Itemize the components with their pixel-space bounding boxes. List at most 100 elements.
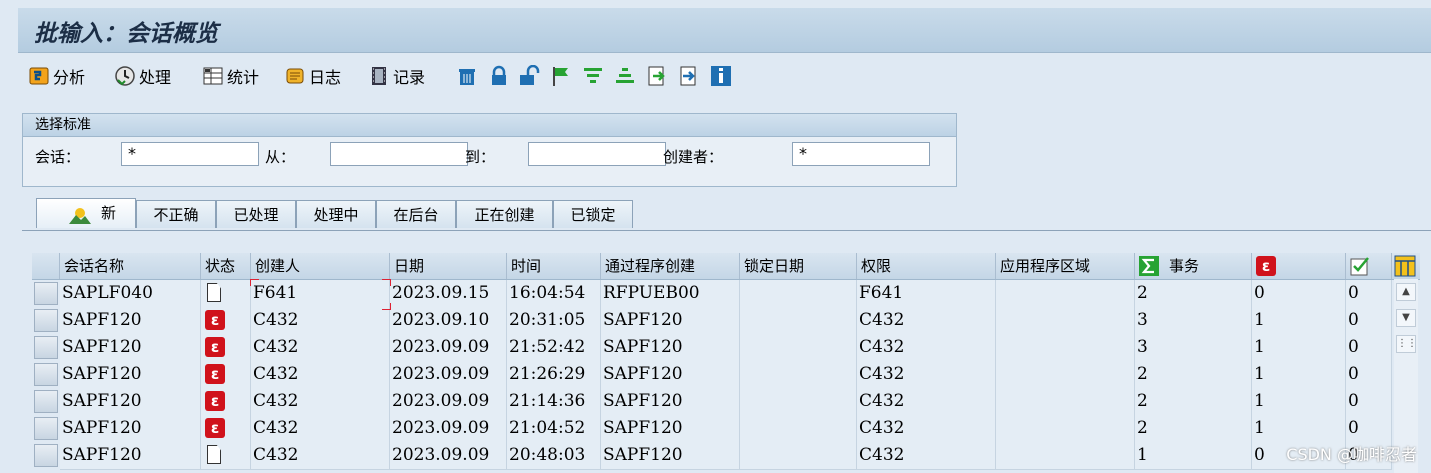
checkbox-check-icon: [1350, 257, 1369, 276]
col-status[interactable]: 状态: [201, 253, 251, 279]
session-table: 会话名称 状态 创建人 日期 时间 通过程序创建 锁定日期 权限 应用程序区域 …: [32, 253, 1420, 473]
column-settings-button[interactable]: [1392, 253, 1420, 279]
col-creator[interactable]: 创建人: [251, 253, 390, 279]
new-sunrise-icon: [69, 208, 91, 224]
cell-status: [201, 442, 251, 469]
selection-criteria-panel: 选择标准 会话： * 从： 到： 创建者： *: [22, 113, 957, 187]
table-row[interactable]: SAPF120 ε C432 2023.09.09 21:52:42 SAPF120 C43…: [32, 334, 1392, 362]
col-date[interactable]: 日期: [390, 253, 507, 279]
lock-icon[interactable]: [488, 65, 510, 87]
col-time[interactable]: 时间: [507, 253, 601, 279]
cell-ok: 0: [1346, 334, 1392, 361]
row-select-button[interactable]: [34, 444, 58, 467]
row-select-button[interactable]: [34, 336, 58, 359]
export-icon[interactable]: [646, 65, 668, 87]
select-all-header[interactable]: [32, 253, 60, 279]
cell-auth: C432: [857, 388, 996, 415]
error-status-icon: ε: [205, 391, 225, 411]
cell-time: 20:31:05: [507, 307, 601, 334]
creator-input[interactable]: *: [792, 142, 930, 166]
to-date-input[interactable]: [528, 142, 666, 166]
record-label: 记录: [393, 68, 426, 87]
focus-corner-mark: [382, 303, 391, 310]
cell-creator: C432: [251, 334, 390, 361]
col-errors[interactable]: ε: [1252, 253, 1346, 279]
session-input[interactable]: *: [121, 142, 259, 166]
focus-corner-mark: [382, 279, 391, 286]
tab-being-created[interactable]: 正在创建: [456, 200, 553, 228]
tab-label: 新: [101, 204, 117, 222]
cell-trans: 2: [1135, 280, 1252, 307]
table-row[interactable]: SAPF120 C432 2023.09.09 20:48:03 SAPF120 C432…: [32, 442, 1392, 470]
cell-creator: C432: [251, 388, 390, 415]
table-row[interactable]: SAPF120 ε C432 2023.09.10 20:31:05 SAPF120 C43…: [32, 307, 1392, 335]
col-program[interactable]: 通过程序创建: [601, 253, 740, 279]
cell-creator: C432: [251, 442, 390, 469]
unlock-icon[interactable]: [518, 65, 540, 87]
tab-new[interactable]: 新: [36, 198, 136, 228]
delete-icon[interactable]: [456, 65, 478, 87]
table-settings-icon: [1394, 255, 1416, 277]
cell-name: SAPF120: [60, 442, 201, 469]
status-tabs: 新 不正确 已处理 处理中 在后台 正在创建 已锁定: [36, 196, 1336, 230]
cell-creator: F641: [251, 280, 390, 307]
log-scroll-icon: [286, 68, 304, 84]
col-transactions[interactable]: 事务: [1135, 253, 1252, 279]
table-row[interactable]: SAPF120 ε C432 2023.09.09 21:04:52 SAPF120 C43…: [32, 415, 1392, 443]
col-session-name[interactable]: 会话名称: [60, 253, 201, 279]
row-select-button[interactable]: [34, 282, 58, 305]
table-row[interactable]: SAPF120 ε C432 2023.09.09 21:14:36 SAPF120 C43…: [32, 388, 1392, 416]
cell-trans: 2: [1135, 361, 1252, 388]
col-processed[interactable]: [1346, 253, 1392, 279]
row-select-button[interactable]: [34, 390, 58, 413]
statistics-button[interactable]: 统计: [202, 63, 259, 89]
tab-locked[interactable]: 已锁定: [553, 200, 633, 228]
record-button[interactable]: 记录: [368, 63, 425, 89]
cell-lockdate: [740, 280, 857, 307]
process-button[interactable]: 处理: [114, 63, 171, 89]
row-select-button[interactable]: [34, 363, 58, 386]
row-select-button[interactable]: [34, 417, 58, 440]
col-lock-date[interactable]: 锁定日期: [740, 253, 857, 279]
tab-in-process[interactable]: 处理中: [296, 200, 376, 228]
cell-status: [201, 280, 251, 307]
cell-date: 2023.09.15: [390, 280, 507, 307]
info-icon[interactable]: [710, 65, 732, 87]
document-status-icon: [207, 283, 221, 302]
cell-creator: C432: [251, 361, 390, 388]
tab-background[interactable]: 在后台: [376, 200, 456, 228]
col-app-area[interactable]: 应用程序区域: [996, 253, 1135, 279]
scroll-down-button[interactable]: ▼: [1396, 309, 1416, 327]
cell-lockdate: [740, 388, 857, 415]
page-title: 批输入：会话概览: [34, 20, 218, 47]
scroll-thumb[interactable]: ⋮⋮: [1396, 335, 1417, 353]
table-row[interactable]: SAPF120 ε C432 2023.09.09 21:26:29 SAPF120 C43…: [32, 361, 1392, 389]
analyze-button[interactable]: 分析: [28, 63, 85, 89]
sum-icon: [1139, 256, 1159, 276]
cell-err: 1: [1252, 388, 1346, 415]
scroll-up-button[interactable]: ▲: [1396, 283, 1416, 301]
import-icon[interactable]: [678, 65, 700, 87]
cell-lockdate: [740, 361, 857, 388]
cell-creator: C432: [251, 415, 390, 442]
table-row[interactable]: SAPLF040 F641 2023.09.15 16:04:54 RFPUEB00 F6…: [32, 280, 1392, 308]
from-date-input[interactable]: [330, 142, 468, 166]
cell-program: SAPF120: [601, 307, 740, 334]
cell-program: SAPF120: [601, 442, 740, 469]
cell-ok: 0: [1346, 415, 1392, 442]
error-status-icon: ε: [205, 310, 225, 330]
cell-area: [996, 280, 1135, 307]
cell-creator: C432: [251, 307, 390, 334]
col-authorization[interactable]: 权限: [857, 253, 996, 279]
flag-icon[interactable]: [550, 65, 572, 87]
document-status-icon: [207, 445, 221, 464]
row-select-button[interactable]: [34, 309, 58, 332]
cell-err: 1: [1252, 334, 1346, 361]
tab-processed[interactable]: 已处理: [216, 200, 296, 228]
filter-icon[interactable]: [582, 65, 604, 87]
sort-icon[interactable]: [614, 65, 636, 87]
log-button[interactable]: 日志: [284, 63, 341, 89]
tab-incorrect[interactable]: 不正确: [136, 200, 216, 228]
cell-program: SAPF120: [601, 415, 740, 442]
cell-status: ε: [201, 388, 251, 415]
